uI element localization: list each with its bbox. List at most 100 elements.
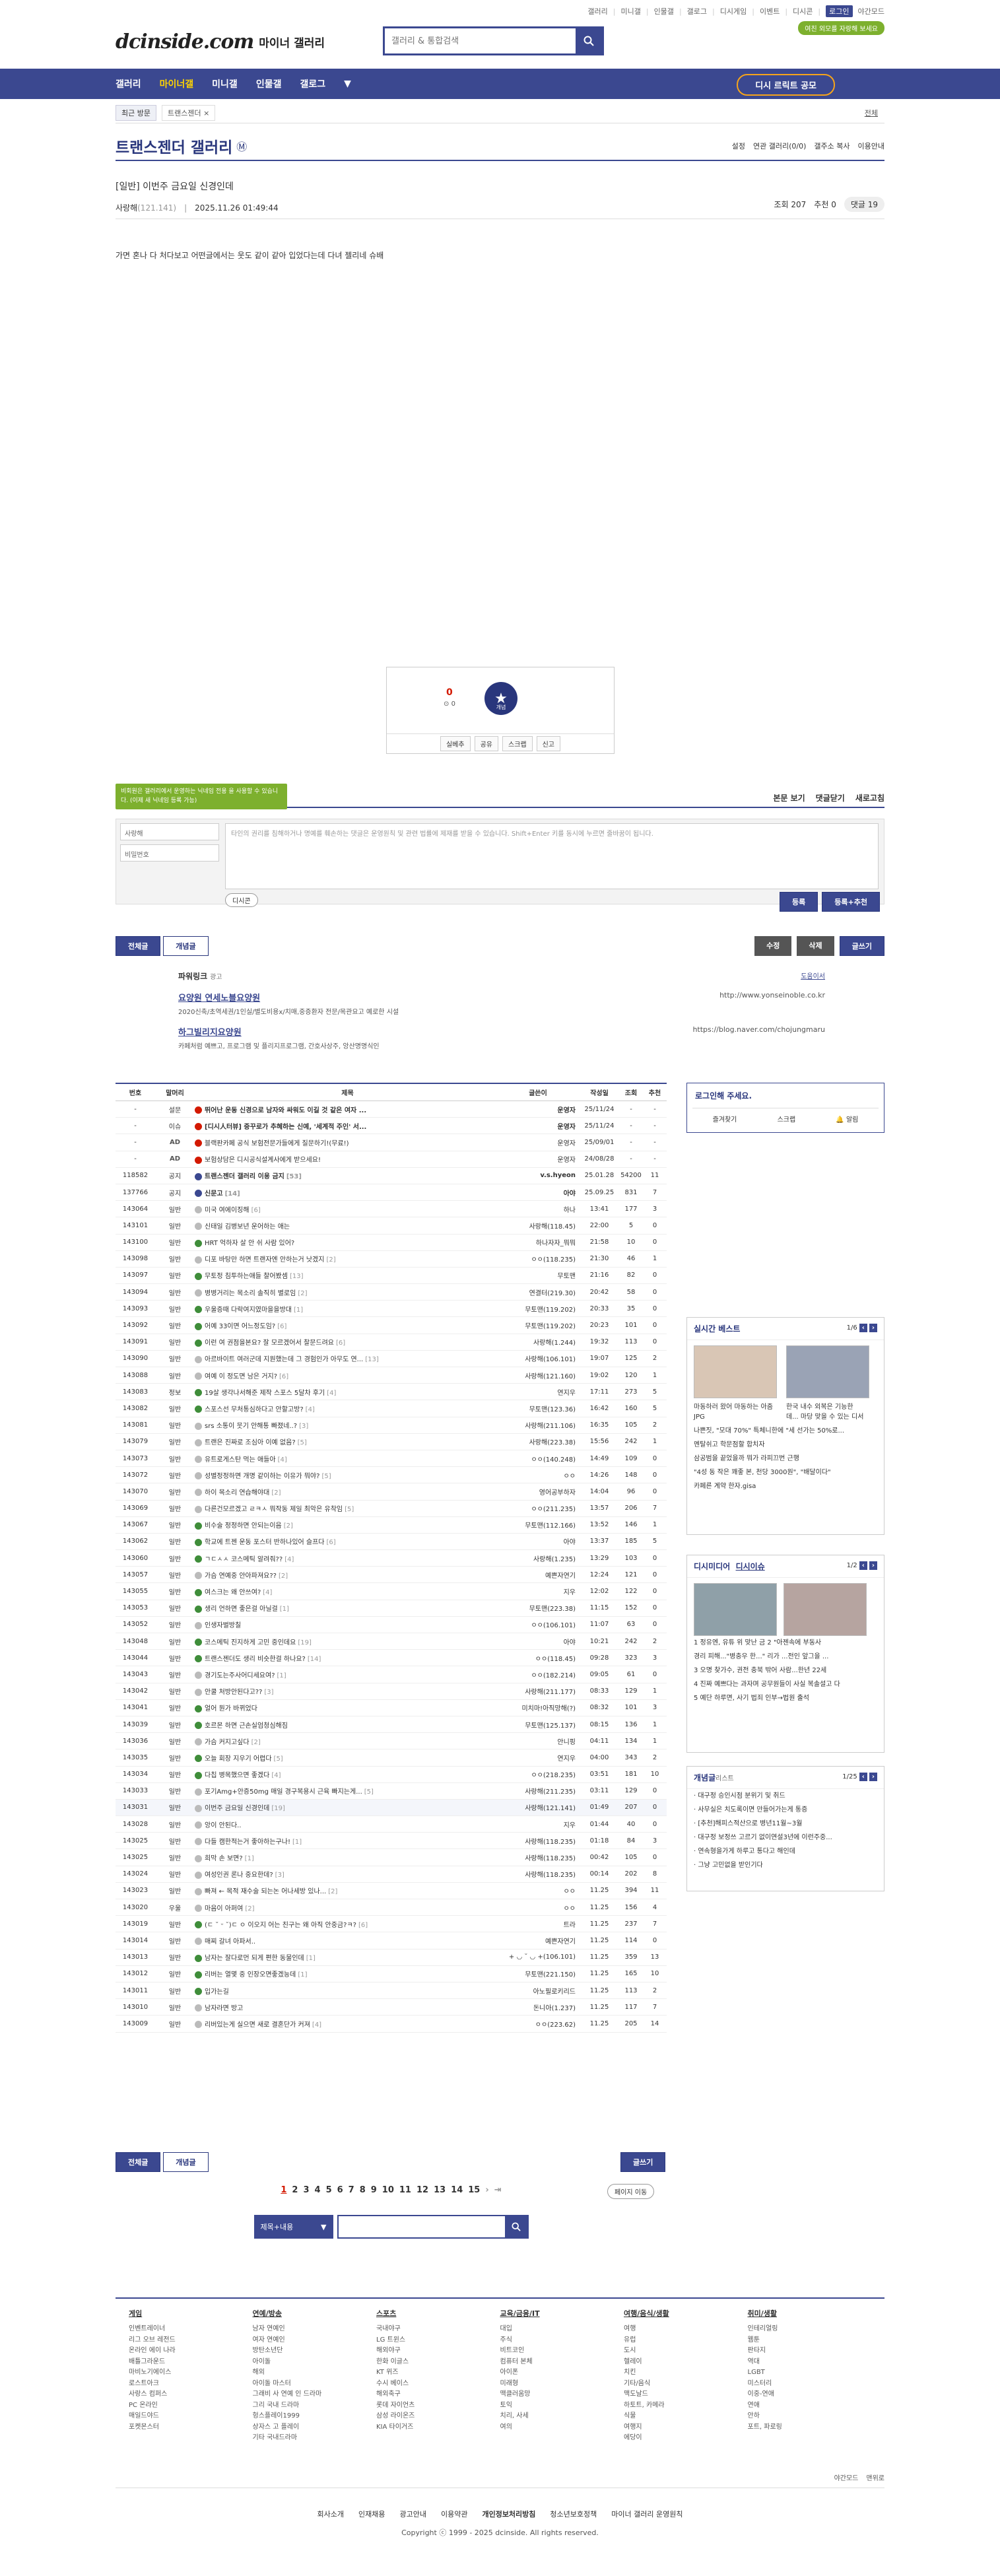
row-title[interactable]: 코스메틱 진지하게 고민 중인데요 [19] (195, 1637, 500, 1646)
search-input[interactable] (385, 28, 576, 53)
row-title[interactable]: 안쿨 처방안된다고?? [3] (195, 1686, 500, 1696)
table-row[interactable]: - 설문 뛰어난 운동 신경으로 남자와 싸워도 이길 것 같은 여자 ... 운영자… (116, 1101, 667, 1118)
post-reply-count[interactable]: 댓글 19 (844, 197, 884, 212)
row-title[interactable]: 인생자벌방칠 (195, 1619, 500, 1629)
row-comment-count[interactable]: [1] (280, 1606, 289, 1613)
row-writer[interactable]: ㅇㅇ(218.235) (500, 1769, 580, 1779)
row-title[interactable]: 뛰어난 운동 신경으로 남자와 싸워도 이길 것 같은 여자 ... (195, 1104, 500, 1114)
table-row[interactable]: 143052 일반 인생자벌방칠 ㅇㅇ(106.101) 11:07 63 0 (116, 1617, 667, 1633)
page-link[interactable]: 14 (451, 2185, 463, 2201)
footer-col-title[interactable]: 스포츠 (376, 2308, 500, 2320)
row-title[interactable]: 다들 캠한적는거 좋아하는구나! [1] (195, 1836, 500, 1846)
best-list-item[interactable]: 나쁜짓, "모대 70%" 특체니한에 "세 선가는 50%로... (687, 1424, 884, 1438)
write-button[interactable]: 글쓰기 (839, 936, 884, 956)
table-row[interactable]: 143072 일반 성별정정하면 개명 같이하는 이유가 뭐야? [5] ㅇㅇ 14:26… (116, 1467, 667, 1484)
footer-col-item[interactable]: 아이돌 마스터 (253, 2379, 377, 2390)
table-row[interactable]: 118582 공지 트랜스젠더 갤러리 이용 금지 [53] v.s.hyeon 25.0… (116, 1168, 667, 1184)
table-row[interactable]: 143073 일반 유트로게스탄 먹는 애들아 [4] ㅇㅇ(140.248) 14:49… (116, 1450, 667, 1468)
footer-link[interactable]: 회사소개 (317, 2509, 344, 2522)
row-comment-count[interactable]: [1] (294, 1306, 303, 1314)
row-writer[interactable]: 운영자 (500, 1121, 580, 1131)
footer-col-item[interactable]: 기타 국내드라마 (253, 2433, 377, 2444)
table-row[interactable]: 143100 일반 HRT 억하자 살 안 쉬 사람 있어? 하나자자_뭐뭐 21:58… (116, 1235, 667, 1251)
table-row[interactable]: 143098 일반 디포 바탕만 하면 트랜자엔 안하는거 낫겠지 [2] ㅇㅇ(118… (116, 1251, 667, 1268)
scrap-list-button[interactable]: 스크랩 (778, 1114, 796, 1124)
row-comment-count[interactable]: [4] (306, 1406, 315, 1413)
best-list-item[interactable]: 멘탈쉬고 학문점할 합치자 (687, 1438, 884, 1452)
footer-col-item[interactable]: 아이돌 (253, 2357, 377, 2368)
table-row[interactable]: 143092 일반 어예 33이면 어느정도임? [6] 무토맨(119.202) 20:… (116, 1317, 667, 1334)
row-comment-count[interactable]: [13] (290, 1273, 304, 1280)
row-writer[interactable]: 아야 (500, 1536, 580, 1546)
row-comment-count[interactable]: [4] (327, 1390, 336, 1397)
footer-col-item[interactable]: 그리 국내 드라마 (253, 2400, 377, 2412)
row-title[interactable]: 리버는 열몇 중 인장오면좋겠능데 [1] (195, 1969, 500, 1979)
row-writer[interactable]: 사랑해(211.177) (500, 1686, 580, 1696)
footer-col-item[interactable]: 판타지 (748, 2346, 872, 2357)
gallery-related[interactable]: 연관 갤러리(0/0) (753, 141, 806, 151)
footer-col-item[interactable]: 포트, 파로링 (748, 2422, 872, 2433)
footer-link[interactable]: 마이너 갤러리 운영원칙 (611, 2509, 683, 2522)
footer-col-title[interactable]: 게임 (129, 2308, 253, 2320)
row-writer[interactable]: 지우 (500, 1586, 580, 1596)
row-writer[interactable]: 무토맨 (500, 1270, 580, 1280)
row-comment-count[interactable]: [6] (277, 1323, 286, 1330)
row-title[interactable]: 오늘 회장 지우기 어렵다 [5] (195, 1753, 500, 1763)
table-row[interactable]: 143055 일반 여스크는 왜 안쓰여? [4] 지우 12:02 122 0 (116, 1583, 667, 1600)
footer-col-item[interactable]: 수시 베이스 (376, 2379, 500, 2390)
footer-col-item[interactable]: 매일드야드 (129, 2411, 253, 2422)
row-writer[interactable]: 운영자 (500, 1104, 580, 1114)
table-row[interactable]: 143024 일반 여성인권 론나 중요한데? [3] 사랑해(118.235) 00:1… (116, 1866, 667, 1883)
row-title[interactable]: 다칩 병목했으면 좋겠다 [4] (195, 1769, 500, 1779)
table-row[interactable]: 143023 일반 빠져 ← 목적 재수술 되는논 어나세방 있나... [2] ㅇㅇ 1… (116, 1883, 667, 1899)
best-thumb-caption[interactable]: 한국 내수 외복은 기능한 데... 마당 맞을 수 있는 디서 (780, 1400, 872, 1424)
gallery-guide[interactable]: 이용안내 (858, 141, 884, 151)
row-writer[interactable]: 사랑해(106.101) (500, 1353, 580, 1363)
bottom-search-button[interactable] (504, 2216, 527, 2237)
row-writer[interactable]: 사랑해(118.235) (500, 1852, 580, 1862)
footer-col-item[interactable]: 사랑스 컴퍼스 (129, 2389, 253, 2400)
delete-button[interactable]: 삭제 (797, 936, 834, 956)
row-writer[interactable]: 돈니아(1.237) (500, 2002, 580, 2012)
row-comment-count[interactable]: [2] (245, 1905, 254, 1913)
footer-col-item[interactable]: 연애 (748, 2400, 872, 2412)
recommend-star-button[interactable]: ★ 개념 (484, 682, 517, 715)
row-writer[interactable]: 안니핑 (500, 1736, 580, 1746)
row-comment-count[interactable]: [3] (299, 1423, 308, 1430)
row-title[interactable]: 성별정정하면 개명 같이하는 이유가 뭐야? [5] (195, 1470, 500, 1480)
footer-col-title[interactable]: 여행/음식/생활 (624, 2308, 748, 2320)
footer-col-item[interactable]: 삼성 라이온즈 (376, 2411, 500, 2422)
close-comment-link[interactable]: 댓글닫기 (816, 792, 845, 807)
row-title[interactable]: 디포 바탕만 하면 트랜자엔 안하는거 낫겠지 [2] (195, 1254, 500, 1264)
row-comment-count[interactable]: [2] (271, 1489, 281, 1497)
row-title[interactable]: 생리 언하면 좋은걸 아닐걸 [1] (195, 1603, 500, 1613)
table-row[interactable]: 143035 일반 오늘 회장 지우기 어렵다 [5] 연지우 04:00 343 2 (116, 1749, 667, 1767)
footer-col-item[interactable]: LG 트윈스 (376, 2335, 500, 2346)
row-title[interactable]: 학교에 트젠 운동 포스터 반하나있어 슬프다 [6] (195, 1536, 500, 1546)
issue-pager[interactable]: 1/2 ‹ › (847, 1561, 877, 1570)
row-writer[interactable]: ㅇㅇ(211.235) (500, 1503, 580, 1513)
footer-col-item[interactable]: 남자 연예인 (253, 2324, 377, 2335)
concept-item[interactable]: · 대구정 보정쓰 고르기 없이연설3년에 이런주중... (687, 1831, 884, 1845)
footer-col-item[interactable]: 역대 (748, 2357, 872, 2368)
page-link[interactable]: 12 (417, 2185, 428, 2201)
table-row[interactable]: - 이슈 [디시人터뷰] 중꾸로가 추혜하는 신예, '세계적 주인' 서... 운영… (116, 1118, 667, 1135)
row-writer[interactable]: 무토맨(223.38) (500, 1603, 580, 1613)
row-writer[interactable]: + ◡ ˘ ◡ +(106.101) (500, 1953, 580, 1961)
footer-col-title[interactable]: 취미/생활 (748, 2308, 872, 2320)
comment-password-input[interactable]: 비밀번호 (120, 844, 219, 862)
footer-col-item[interactable]: 인테리얼링 (748, 2324, 872, 2335)
footer-col-item[interactable]: 여행 (624, 2324, 748, 2335)
table-row[interactable]: 143093 일반 우울증때 다락여지였마을을방대 [1] 무토맨(119.202) 20… (116, 1301, 667, 1318)
page-link[interactable]: 10 (382, 2185, 394, 2201)
row-title[interactable]: 하이 목소리 연습해야대 [2] (195, 1487, 500, 1497)
table-row[interactable]: 143064 일반 미국 여에이징해 [6] 하나 13:41 177 3 (116, 1201, 667, 1218)
row-comment-count[interactable]: [14] (308, 1656, 321, 1663)
footer-col-item[interactable]: 컴퓨터 본체 (500, 2357, 624, 2368)
table-row[interactable]: 143090 일반 아르바이트 여러군데 지원했는데 그 경험인가 아무도 연...… (116, 1351, 667, 1367)
footer-col-item[interactable]: 치킨 (624, 2367, 748, 2379)
row-writer[interactable]: 예쁜자연기 (500, 1936, 580, 1946)
row-writer[interactable]: ㅇㅇ (500, 1470, 580, 1480)
row-comment-count[interactable]: [4] (312, 2021, 321, 2029)
table-row[interactable]: 143101 일반 신태일 김병보년 운어하는 애는 사랑해(118.45) 22:00… (116, 1217, 667, 1235)
